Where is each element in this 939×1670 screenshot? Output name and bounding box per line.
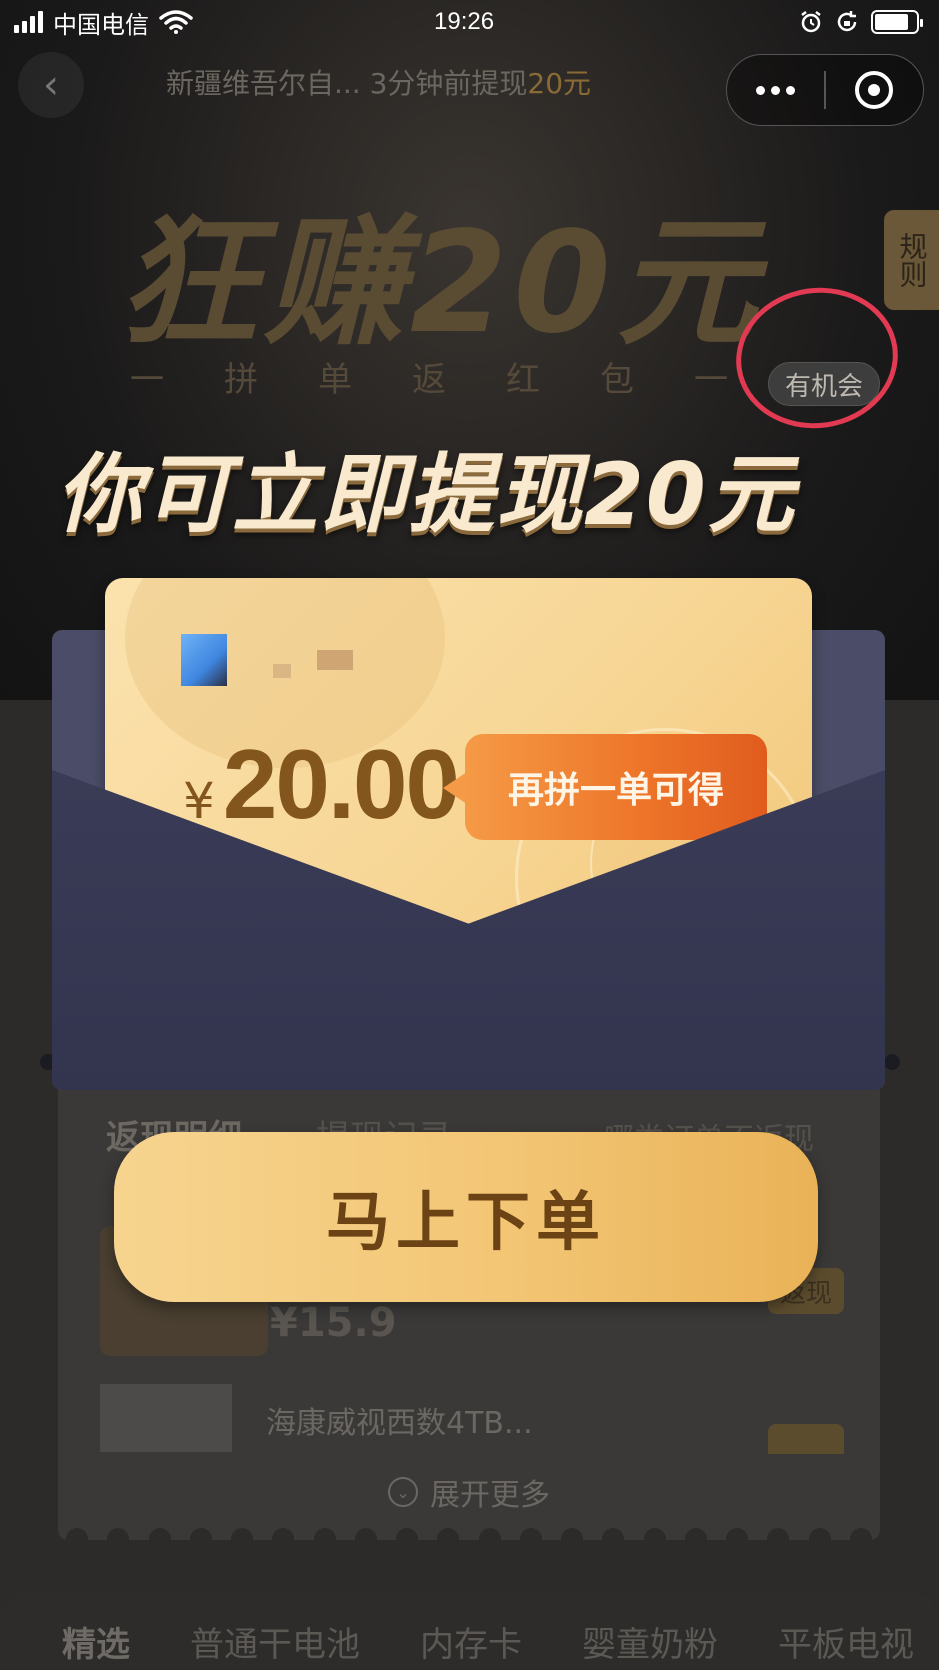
product-price: ¥15.9 xyxy=(270,1300,397,1346)
category-item-selected[interactable]: 精选 xyxy=(62,1617,130,1666)
close-miniprogram-button[interactable] xyxy=(826,55,923,125)
hero-title: 狂赚20元 xyxy=(118,202,763,365)
avatar xyxy=(181,634,227,686)
alarm-icon xyxy=(801,11,821,33)
ticket-notch-row xyxy=(58,1528,880,1552)
cashback-badge xyxy=(768,1424,844,1454)
rotation-lock-icon xyxy=(837,11,857,32)
category-bar: 精选 普通干电池 内存卡 婴童奶粉 平板电视 xyxy=(0,1592,939,1670)
user-name-blurred xyxy=(273,664,291,678)
hero-subtitle: 一拼单返红包一 xyxy=(130,360,788,400)
carrier-name: 中国电信 xyxy=(53,10,149,39)
status-bar: 中国电信 19:26 xyxy=(0,0,939,44)
chevron-down-icon: ⌄ xyxy=(388,1477,418,1507)
ticker-amount: 20元 xyxy=(527,67,592,100)
ticker-text: 新疆维吾尔自... 3分钟前提现 xyxy=(166,67,528,100)
amount-value: 20.00 xyxy=(222,729,460,839)
chevron-left-icon: ‹ xyxy=(43,62,59,108)
modal-headline: 你可立即提现20元 xyxy=(56,445,796,545)
category-item[interactable]: 普通干电池 xyxy=(190,1617,360,1666)
battery-icon xyxy=(871,10,923,34)
expand-more-label: 展开更多 xyxy=(430,1478,550,1513)
signal-icon xyxy=(14,11,43,33)
miniprogram-capsule xyxy=(726,54,924,126)
back-button[interactable]: ‹ xyxy=(18,52,84,118)
order-now-button[interactable]: 马上下单 xyxy=(114,1132,818,1302)
category-item[interactable]: 内存卡 xyxy=(420,1617,522,1666)
rules-tab[interactable]: 规则 xyxy=(884,210,939,310)
category-item[interactable]: 婴童奶粉 xyxy=(582,1617,718,1666)
more-button[interactable] xyxy=(727,55,824,125)
clock: 19:26 xyxy=(434,8,495,35)
target-icon xyxy=(855,71,894,109)
withdraw-ticker: 新疆维吾尔自... 3分钟前提现20元 xyxy=(166,62,591,102)
expand-more-button[interactable]: ⌄ 展开更多 xyxy=(388,1470,550,1514)
product-image xyxy=(100,1384,232,1452)
top-bar: ‹ 新疆维吾尔自... 3分钟前提现20元 xyxy=(0,52,939,132)
cash-amount: ¥ 20.00 xyxy=(183,728,460,841)
more-dots-icon xyxy=(756,85,796,95)
hint-bubble: 再拼一单可得 xyxy=(443,734,767,840)
product-name: 海康威视西数4TB... xyxy=(266,1406,533,1441)
category-item[interactable]: 平板电视 xyxy=(778,1617,914,1666)
wifi-icon xyxy=(159,10,193,34)
